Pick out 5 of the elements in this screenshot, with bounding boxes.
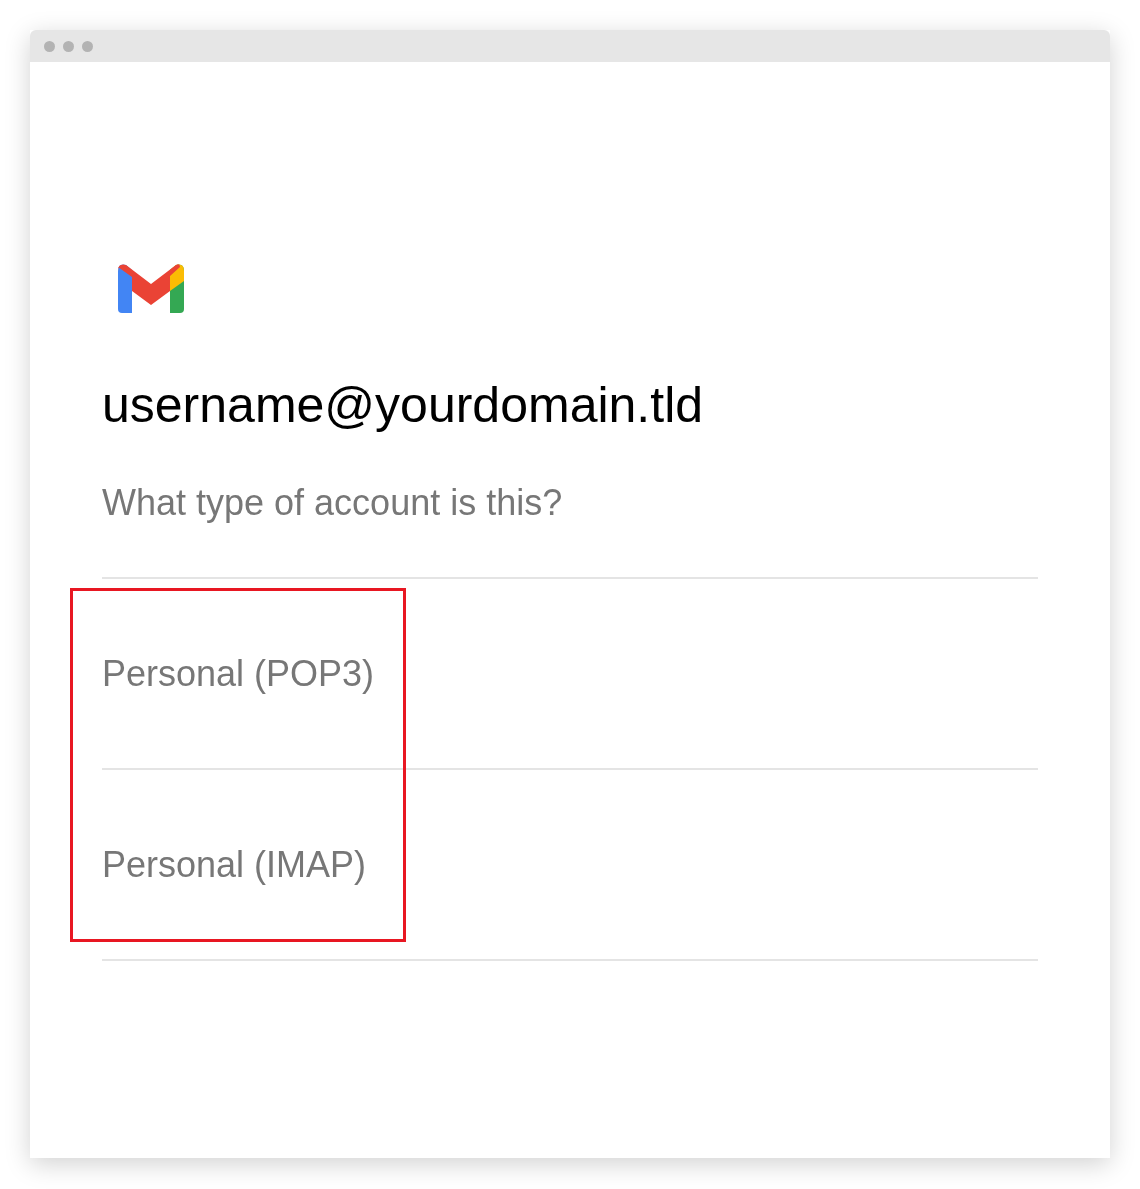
mail-logo-icon: [118, 263, 184, 313]
account-type-option[interactable]: Personal (POP3): [102, 579, 1038, 770]
account-type-option[interactable]: Personal (IMAP): [102, 770, 1038, 961]
account-type-question: What type of account is this?: [102, 481, 564, 525]
account-email: username@yourdomain.tld: [102, 376, 705, 435]
